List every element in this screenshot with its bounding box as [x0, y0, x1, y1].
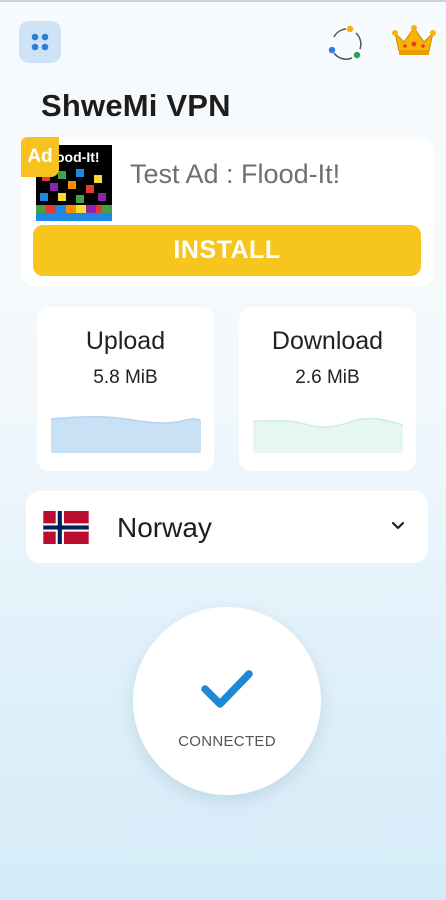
crown-icon[interactable]: [392, 24, 436, 58]
apps-grid-icon: [31, 33, 49, 51]
ad-thumb-title: ood-It!: [56, 149, 100, 165]
ad-badge: Ad: [21, 137, 59, 177]
install-button[interactable]: INSTALL: [33, 225, 421, 276]
circular-dots-icon[interactable]: [326, 25, 366, 63]
upload-value: 5.8 MiB: [93, 367, 158, 388]
upload-graph: [51, 415, 201, 453]
download-graph: [253, 417, 403, 453]
upload-card: Upload 5.8 MiB: [37, 307, 214, 471]
ad-title[interactable]: Test Ad : Flood-It!: [130, 159, 340, 190]
connection-status: CONNECTED: [178, 733, 276, 750]
norway-flag-icon: [43, 511, 89, 544]
connect-button[interactable]: CONNECTED: [133, 607, 321, 795]
download-value: 2.6 MiB: [295, 367, 360, 388]
ad-card[interactable]: ood-It! Ad Test Ad : Flood-It! INSTALL: [21, 137, 434, 287]
app-title: ShweMi VPN: [41, 88, 231, 123]
menu-button[interactable]: [19, 21, 61, 63]
upload-label: Upload: [85, 327, 166, 355]
server-selector[interactable]: Norway: [26, 491, 428, 563]
top-border: [0, 0, 446, 2]
check-icon: [201, 670, 253, 708]
chevron-down-icon[interactable]: [390, 518, 406, 534]
download-card: Download 2.6 MiB: [239, 307, 416, 471]
server-country: Norway: [117, 512, 212, 543]
download-label: Download: [271, 327, 384, 355]
